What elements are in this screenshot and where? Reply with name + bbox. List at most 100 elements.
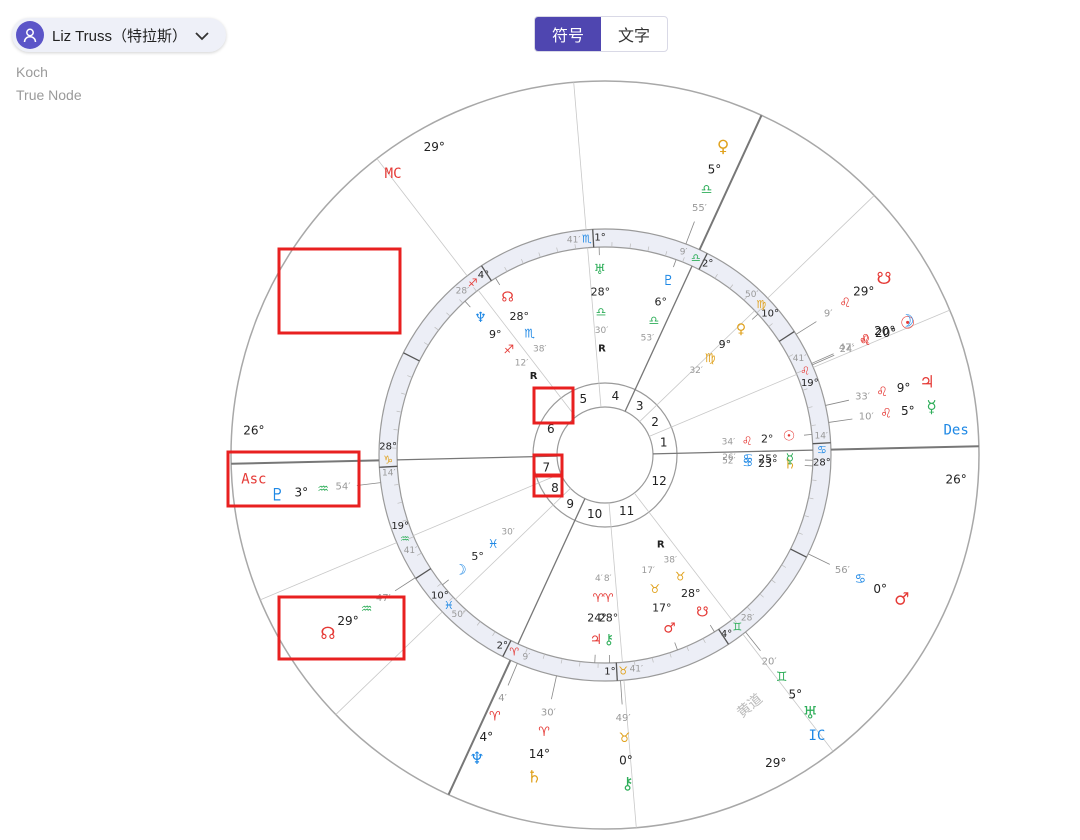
transit-neptune-sign: ♈︎ bbox=[489, 709, 501, 724]
natal-chiron-minute: 8′ bbox=[604, 574, 612, 584]
natal-mars-sign: ♉︎ bbox=[649, 582, 660, 596]
transit-chiron-degree: 0° bbox=[619, 753, 633, 767]
natal-sun-minute: 34′ bbox=[722, 438, 736, 448]
natal-chiron-sign: ♈︎ bbox=[603, 591, 614, 605]
house-cusp-sign-11: ♉︎ bbox=[618, 665, 628, 678]
natal-jupiter-icon: ♃︎ bbox=[590, 632, 603, 648]
house-cusp-sign-4: ♎︎ bbox=[691, 251, 701, 264]
transit-moon-sign: ♌︎ bbox=[859, 332, 871, 347]
natal-pluto-icon: ♇︎ bbox=[662, 273, 675, 289]
natal-venus-sign: ♍︎ bbox=[705, 351, 716, 365]
house-cusp-minute-11: 41′ bbox=[630, 665, 644, 675]
transit-mercury-icon: ☿︎ bbox=[926, 397, 936, 417]
angle-degree-mc: 29° bbox=[424, 140, 445, 154]
natal-uranus-minute: 30′ bbox=[595, 326, 609, 336]
natal-pluto-sign: ♎︎ bbox=[649, 314, 660, 328]
angle-label-des: Des bbox=[943, 422, 968, 438]
natal-uranus-icon: ♅︎ bbox=[593, 262, 606, 278]
transit-saturn-sign: ♈︎ bbox=[538, 725, 550, 740]
angle-degree-asc: 26° bbox=[243, 423, 264, 437]
house-cusp-minute-6: 28′ bbox=[456, 286, 470, 296]
transit-south-node-minute: 9′ bbox=[824, 309, 833, 320]
house-cusp-sign-10: ♈︎ bbox=[509, 646, 519, 659]
transit-uranus-sign: ♊︎ bbox=[776, 670, 788, 685]
natal-neptune-degree: 9° bbox=[489, 328, 502, 341]
transit-venus-degree: 5° bbox=[708, 162, 722, 176]
transit-jupiter-degree: 9° bbox=[897, 381, 911, 395]
house-cusp-minute-8: 41′ bbox=[404, 546, 418, 556]
angle-label-mc: MC bbox=[385, 166, 402, 182]
natal-moon-sign: ♓︎ bbox=[488, 537, 499, 551]
natal-mars-degree: 17° bbox=[652, 601, 672, 614]
house-cusp-minute-12: 28′ bbox=[741, 614, 755, 624]
natal-jupiter-minute: 4′ bbox=[595, 574, 603, 584]
transit-jupiter-icon: ♃︎ bbox=[919, 373, 934, 393]
natal-venus-minute: 32′ bbox=[689, 366, 703, 376]
house-cusp-minute-1: 14′ bbox=[814, 432, 828, 442]
natal-uranus-sign: ♎︎ bbox=[596, 305, 607, 319]
transit-saturn-degree: 14° bbox=[529, 747, 550, 761]
transit-uranus-icon: ♅︎ bbox=[803, 703, 818, 723]
natal-south-node-icon: ☋︎ bbox=[696, 604, 708, 620]
transit-neptune-icon: ♆︎ bbox=[469, 749, 484, 769]
natal-mercury-minute: 26′ bbox=[722, 453, 736, 463]
transit-north-node-sign: ♒︎ bbox=[361, 602, 373, 617]
transit-pluto-minute: 54′ bbox=[335, 482, 351, 493]
natal-chiron-icon: ⚷︎ bbox=[604, 632, 614, 648]
natal-north-node-sign: ♏︎ bbox=[524, 326, 535, 340]
chart-wheel[interactable]: 128°♋︎14′219°♌︎41′310°♍︎50′42°♎︎9′51°♏︎4… bbox=[0, 0, 1080, 840]
transit-venus-minute: 55′ bbox=[692, 203, 708, 214]
natal-pluto-degree: 6° bbox=[654, 295, 667, 308]
transit-mercury-degree: 5° bbox=[901, 404, 915, 418]
transit-chiron-minute: 49′ bbox=[616, 713, 632, 724]
natal-south-node-retrograde: R bbox=[657, 540, 665, 551]
house-cusp-sign-6: ♐︎ bbox=[468, 277, 478, 290]
natal-pluto-minute: 53′ bbox=[641, 333, 655, 343]
house-cusp-degree-11: 1° bbox=[604, 666, 615, 677]
natal-neptune-minute: 12′ bbox=[515, 358, 529, 368]
transit-saturn-minute: 30′ bbox=[541, 707, 557, 718]
natal-uranus-degree: 28° bbox=[591, 286, 611, 299]
transit-venus-icon: ♀︎ bbox=[717, 137, 729, 157]
natal-neptune-icon: ♆︎ bbox=[474, 310, 487, 326]
house-cusp-degree-5: 1° bbox=[594, 233, 605, 244]
natal-jupiter-degree: 24° bbox=[587, 611, 607, 624]
natal-south-node-minute: 38′ bbox=[664, 555, 678, 565]
natal-neptune-retrograde: R bbox=[530, 371, 538, 382]
house-cusp-sign-7: ♑︎ bbox=[383, 454, 393, 467]
transit-moon-icon: ☽︎ bbox=[899, 311, 914, 331]
transit-uranus-minute: 20′ bbox=[762, 656, 778, 667]
transit-north-node-degree: 29° bbox=[337, 614, 358, 628]
transit-south-node-degree: 29° bbox=[853, 285, 874, 299]
transit-neptune-degree: 4° bbox=[480, 730, 494, 744]
house-number-4: 4 bbox=[612, 389, 620, 403]
transit-moon-minute: 47′ bbox=[839, 343, 855, 354]
house-cusp-degree-7: 28° bbox=[379, 441, 397, 452]
natal-moon-minute: 30′ bbox=[501, 527, 515, 537]
house-number-12: 12 bbox=[651, 474, 666, 488]
house-number-11: 11 bbox=[619, 504, 634, 518]
natal-mercury-icon: ☿︎ bbox=[786, 452, 795, 468]
house-cusp-sign-1: ♋︎ bbox=[817, 443, 827, 456]
house-cusp-sign-5: ♏︎ bbox=[582, 232, 592, 245]
natal-jupiter-sign: ♈︎ bbox=[593, 591, 604, 605]
house-cusp-degree-1: 28° bbox=[813, 458, 831, 469]
house-number-7: 7 bbox=[543, 461, 551, 475]
transit-mercury-minute: 10′ bbox=[859, 411, 875, 422]
natal-venus-degree: 9° bbox=[719, 338, 732, 351]
transit-south-node-sign: ♌︎ bbox=[839, 296, 851, 311]
transit-uranus-degree: 5° bbox=[788, 688, 802, 702]
house-number-8: 8 bbox=[551, 481, 559, 495]
natal-sun-icon: ☉︎ bbox=[783, 429, 796, 445]
house-cusp-degree-8: 19° bbox=[391, 521, 409, 532]
transit-north-node-icon: ☊︎ bbox=[320, 624, 335, 644]
natal-mercury-degree: 25° bbox=[758, 453, 778, 466]
house-number-1: 1 bbox=[660, 435, 668, 449]
house-cusp-minute-10: 9′ bbox=[523, 652, 531, 662]
transit-jupiter-sign: ♌︎ bbox=[876, 385, 888, 400]
house-cusp-degree-2: 19° bbox=[801, 378, 819, 389]
natal-south-node-degree: 28° bbox=[681, 587, 701, 600]
natal-mercury-sign: ♋︎ bbox=[743, 452, 754, 466]
transit-jupiter-minute: 33′ bbox=[855, 392, 871, 403]
transit-venus-sign: ♎︎ bbox=[701, 182, 713, 197]
